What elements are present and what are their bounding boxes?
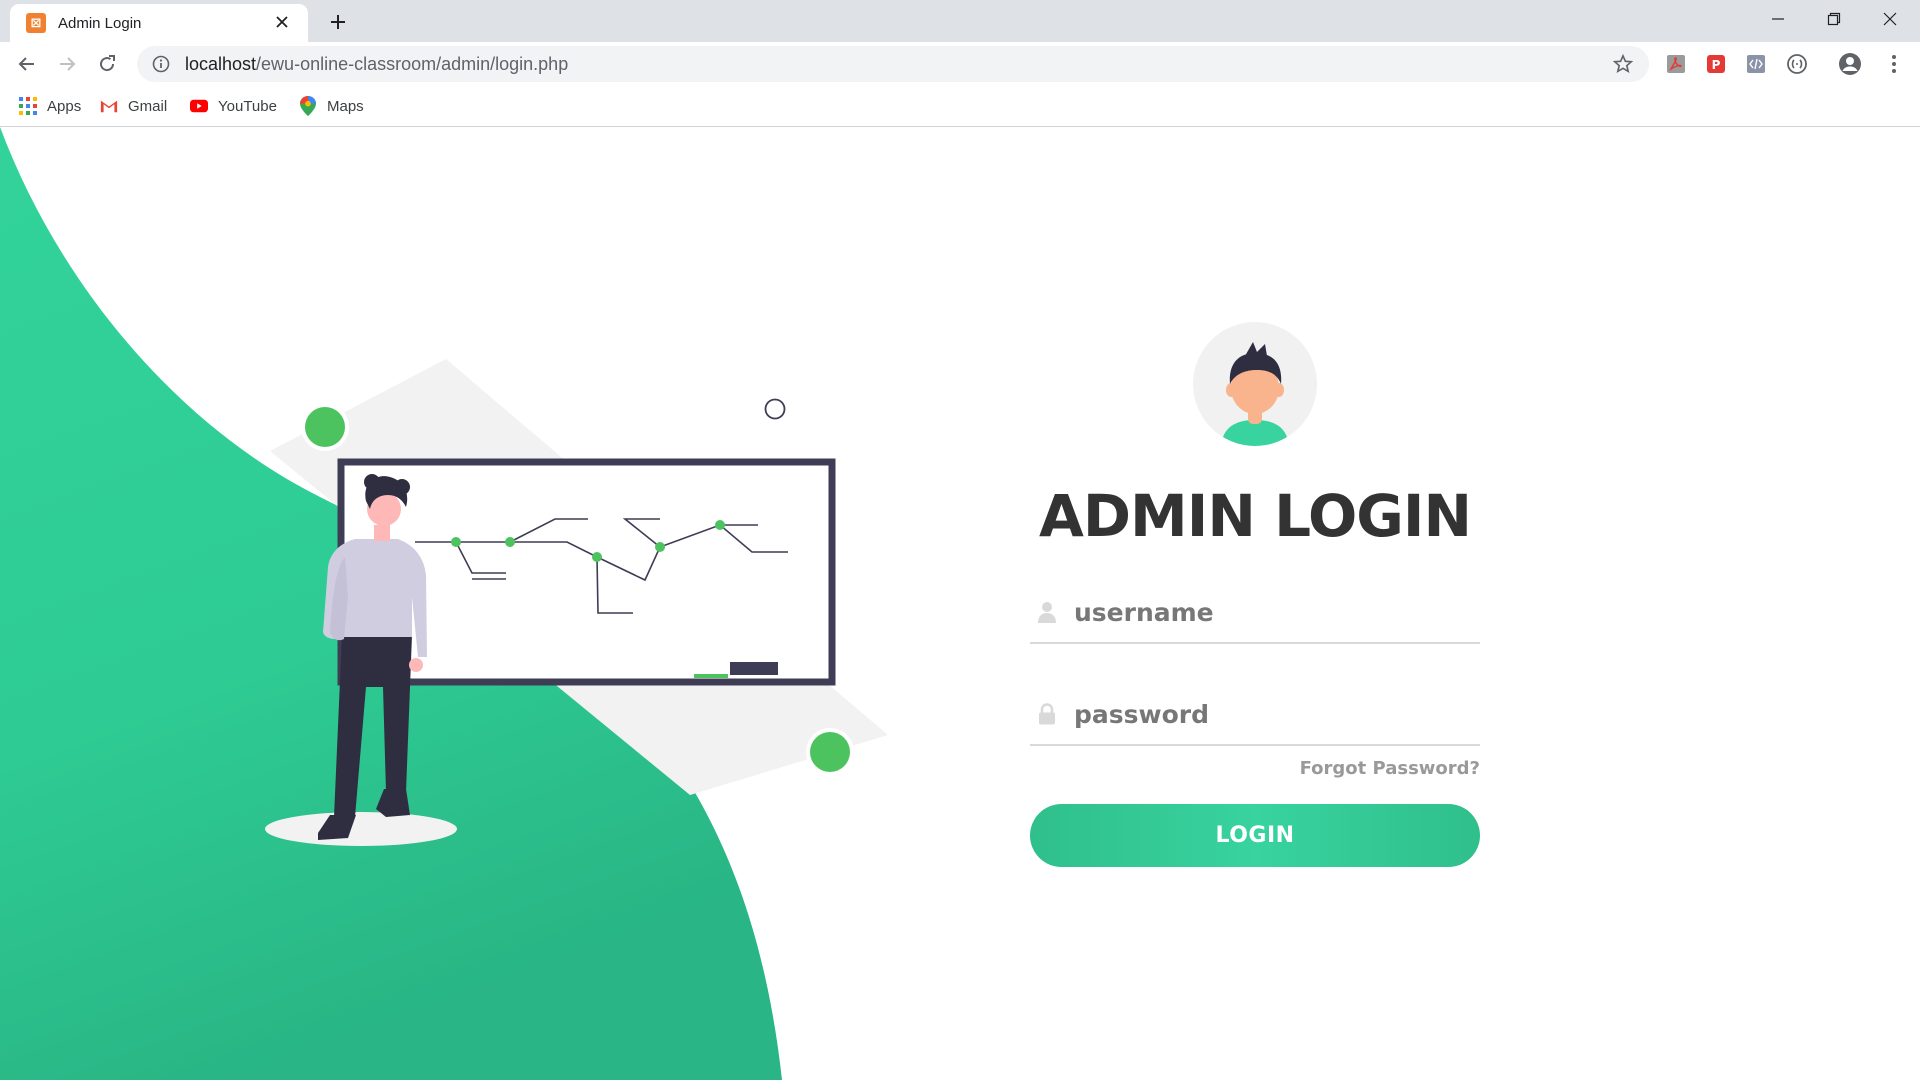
page-title: ADMIN LOGIN xyxy=(1039,482,1472,550)
bookmark-label: YouTube xyxy=(218,97,277,115)
maps-pin-icon xyxy=(299,96,317,116)
bookmarks-bar: Apps Gmail YouTube Maps xyxy=(0,86,1920,127)
browser-tab[interactable]: ⊠ Admin Login xyxy=(10,4,308,42)
p-extension-icon[interactable]: P xyxy=(1704,52,1728,76)
svg-text:P: P xyxy=(1712,58,1721,72)
youtube-icon xyxy=(190,97,208,115)
bookmark-label: Apps xyxy=(47,97,82,115)
browser-tabstrip: ⊠ Admin Login xyxy=(0,0,1920,42)
tab-title: Admin Login xyxy=(58,14,142,32)
password-field xyxy=(1030,684,1480,746)
url-host: localhost xyxy=(185,53,257,74)
green-dot xyxy=(810,732,850,772)
outline-circle xyxy=(764,398,786,420)
bookmark-label: Gmail xyxy=(128,97,168,115)
xampp-favicon-icon: ⊠ xyxy=(26,13,46,33)
apps-grid-icon xyxy=(19,97,37,115)
plus-icon[interactable] xyxy=(324,8,352,36)
forgot-password-link[interactable]: Forgot Password? xyxy=(1300,758,1480,779)
url-path: /ewu-online-classroom/admin/login.php xyxy=(256,53,569,74)
board-marker xyxy=(694,674,728,678)
reload-icon[interactable] xyxy=(91,48,123,80)
back-icon[interactable] xyxy=(11,48,43,80)
lock-icon xyxy=(1036,702,1058,726)
url-text: localhost/ewu-online-classroom/admin/log… xyxy=(185,54,568,75)
account-icon[interactable] xyxy=(1838,52,1862,76)
forward-icon[interactable] xyxy=(51,48,83,80)
star-icon[interactable] xyxy=(1611,52,1635,76)
bookmark-apps[interactable]: Apps xyxy=(19,94,81,118)
login-button[interactable]: LOGIN xyxy=(1030,804,1480,867)
gmail-icon xyxy=(100,97,118,115)
close-icon[interactable] xyxy=(270,10,294,34)
avatar xyxy=(1193,322,1317,446)
bookmark-gmail[interactable]: Gmail xyxy=(100,94,167,118)
bookmark-maps[interactable]: Maps xyxy=(299,94,364,118)
avatar-user-icon xyxy=(1221,342,1289,446)
bookmark-label: Maps xyxy=(327,97,364,115)
browser-toolbar: localhost/ewu-online-classroom/admin/log… xyxy=(0,42,1920,86)
bookmark-youtube[interactable]: YouTube xyxy=(190,94,277,118)
username-input[interactable] xyxy=(1074,592,1474,632)
address-bar[interactable]: localhost/ewu-online-classroom/admin/log… xyxy=(137,46,1649,82)
pdf-extension-icon[interactable] xyxy=(1664,52,1688,76)
menu-icon[interactable] xyxy=(1882,52,1906,76)
user-icon xyxy=(1036,600,1058,624)
username-field xyxy=(1030,582,1480,644)
login-page: ADMIN LOGIN Forgot Password? LOGIN xyxy=(0,127,1920,1080)
info-icon[interactable] xyxy=(151,54,171,74)
green-dot xyxy=(305,407,345,447)
presenter-illustration xyxy=(265,359,888,846)
floor-shadow xyxy=(265,812,457,846)
board-eraser xyxy=(730,662,778,675)
restore-icon[interactable] xyxy=(1806,0,1862,38)
code-extension-icon[interactable] xyxy=(1744,52,1768,76)
password-input[interactable] xyxy=(1074,694,1474,734)
dots-extension-icon[interactable] xyxy=(1785,52,1809,76)
close-window-icon[interactable] xyxy=(1862,0,1918,38)
minimize-icon[interactable] xyxy=(1750,0,1806,38)
